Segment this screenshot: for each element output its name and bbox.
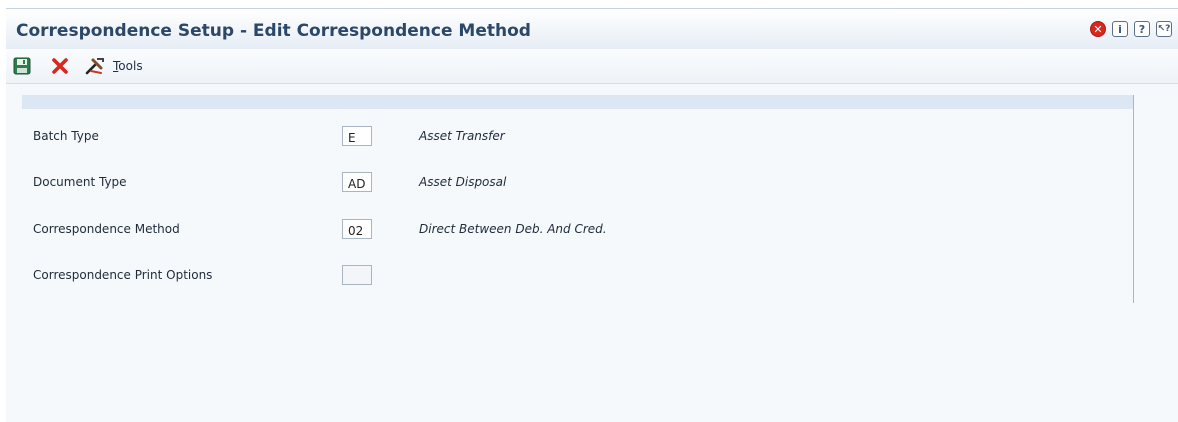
batch-type-label: Batch Type <box>33 129 99 143</box>
correspondence-method-label: Correspondence Method <box>33 222 180 236</box>
print-options-label: Correspondence Print Options <box>33 268 213 282</box>
form-row-document-type: Document Type Asset Disposal <box>22 172 1133 194</box>
close-circle-icon[interactable]: ✕ <box>1090 21 1106 37</box>
tools-button[interactable] <box>82 56 108 76</box>
form-panel: Batch Type Asset Transfer Document Type … <box>22 95 1134 303</box>
tools-menu-label[interactable]: Tools <box>113 59 143 73</box>
correspondence-method-description: Direct Between Deb. And Cred. <box>419 222 607 236</box>
document-type-field[interactable] <box>342 172 372 192</box>
tools-label-text: ools <box>118 59 143 73</box>
toolbar: Tools <box>6 49 1178 84</box>
title-bar: Correspondence Setup - Edit Corresponden… <box>6 9 1178 49</box>
app-window: Correspondence Setup - Edit Corresponden… <box>6 8 1178 422</box>
cancel-button[interactable] <box>50 56 70 76</box>
document-type-label: Document Type <box>33 175 127 189</box>
save-button[interactable] <box>12 56 32 76</box>
correspondence-method-field[interactable] <box>342 219 372 239</box>
title-icon-group: ✕ i ? ↖? <box>1090 21 1172 37</box>
form-row-print-options: Correspondence Print Options <box>22 265 1133 287</box>
help-icon[interactable]: ? <box>1134 21 1150 37</box>
print-options-field[interactable] <box>342 265 372 285</box>
cancel-x-icon <box>52 58 68 74</box>
context-help-icon[interactable]: ↖? <box>1156 21 1172 37</box>
panel-header-bar <box>22 95 1133 109</box>
tools-icon <box>85 58 104 75</box>
form-row-correspondence-method: Correspondence Method Direct Between Deb… <box>22 219 1133 241</box>
info-icon[interactable]: i <box>1112 21 1128 37</box>
form-row-batch-type: Batch Type Asset Transfer <box>22 126 1133 148</box>
save-icon <box>13 57 31 75</box>
document-type-description: Asset Disposal <box>419 175 507 189</box>
batch-type-description: Asset Transfer <box>419 129 505 143</box>
batch-type-field[interactable] <box>342 126 372 146</box>
page-title: Correspondence Setup - Edit Corresponden… <box>16 21 531 41</box>
